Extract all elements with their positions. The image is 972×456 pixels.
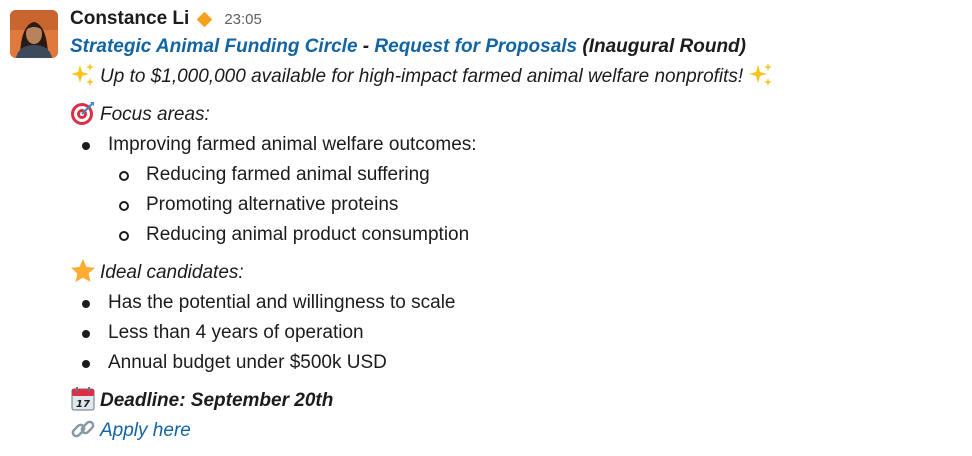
deadline-text: Deadline: September 20th — [100, 390, 334, 411]
focus-heading: Focus areas: — [100, 104, 210, 125]
list-item: Improving farmed animal welfare outcomes… — [70, 130, 962, 160]
timestamp[interactable]: 23:05 — [224, 11, 262, 28]
list-item-text: Promoting alternative proteins — [146, 194, 399, 215]
bullet-icon — [82, 142, 90, 150]
intro-line: Up to $1,000,000 available for high-impa… — [70, 62, 962, 92]
candidates-list: Has the potential and willingness to sca… — [70, 288, 962, 378]
message: Constance Li 23:05 Strategic Animal Fund… — [0, 0, 972, 456]
diamond-badge-icon — [197, 11, 213, 27]
bullet-icon — [82, 360, 90, 368]
list-item-text: Improving farmed animal welfare outcomes… — [108, 134, 477, 155]
bullet-icon — [82, 330, 90, 338]
list-item-text: Reducing farmed animal suffering — [146, 164, 430, 185]
deadline-line: 17 Deadline: September 20th — [70, 386, 962, 416]
hollow-bullet-icon — [119, 171, 129, 181]
list-item: Promoting alternative proteins — [70, 190, 962, 220]
apply-link[interactable]: Apply here — [100, 420, 191, 441]
sparkles-icon — [70, 62, 96, 88]
star-icon — [70, 258, 96, 284]
list-item: Annual budget under $500k USD — [70, 348, 962, 378]
focus-list: Improving farmed animal welfare outcomes… — [70, 130, 962, 160]
sender-name[interactable]: Constance Li — [70, 8, 189, 30]
list-item-text: Has the potential and willingness to sca… — [108, 292, 456, 313]
list-item-text: Annual budget under $500k USD — [108, 352, 387, 373]
title-line: Strategic Animal Funding Circle - Reques… — [70, 32, 962, 62]
message-header: Constance Li 23:05 — [70, 6, 962, 32]
hollow-bullet-icon — [119, 231, 129, 241]
apply-line: Apply here — [70, 416, 962, 446]
candidates-heading-line: Ideal candidates: — [70, 258, 962, 288]
list-item: Has the potential and willingness to sca… — [70, 288, 962, 318]
avatar[interactable] — [10, 10, 58, 58]
list-item-text: Less than 4 years of operation — [108, 322, 364, 343]
focus-heading-line: Focus areas: — [70, 100, 962, 130]
list-item: Reducing animal product consumption — [70, 220, 962, 250]
funding-circle-link[interactable]: Strategic Animal Funding Circle — [70, 36, 358, 57]
svg-text:17: 17 — [76, 399, 90, 410]
link-icon — [70, 416, 96, 442]
hollow-bullet-icon — [119, 201, 129, 211]
list-item: Less than 4 years of operation — [70, 318, 962, 348]
sparkles-icon-end — [748, 62, 774, 88]
message-content: Constance Li 23:05 Strategic Animal Fund… — [70, 6, 962, 446]
title-separator: - — [357, 36, 375, 57]
bullet-icon — [82, 300, 90, 308]
focus-sublist: Reducing farmed animal suffering Promoti… — [70, 160, 962, 250]
list-item: Reducing farmed animal suffering — [70, 160, 962, 190]
candidates-heading: Ideal candidates: — [100, 262, 244, 283]
calendar-icon: 17 — [70, 386, 96, 412]
rfp-link[interactable]: Request for Proposals — [374, 36, 577, 57]
intro-text: Up to $1,000,000 available for high-impa… — [100, 66, 744, 87]
list-item-text: Reducing animal product consumption — [146, 224, 470, 245]
target-icon — [70, 100, 96, 126]
title-suffix: (Inaugural Round) — [577, 36, 746, 57]
